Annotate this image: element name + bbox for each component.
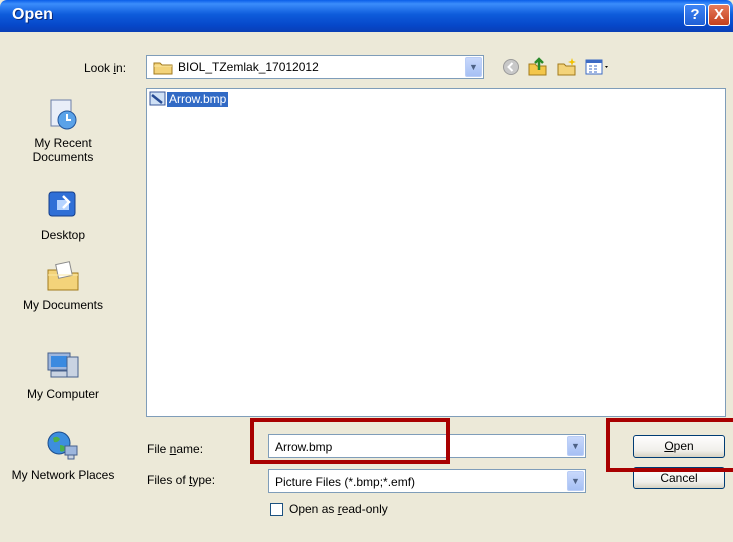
close-button[interactable]: X — [708, 4, 730, 26]
file-name-dropdown-arrow[interactable]: ▼ — [567, 436, 584, 456]
file-type-combo[interactable]: Picture Files (*.bmp;*.emf) ▼ — [268, 469, 586, 493]
back-icon[interactable] — [502, 58, 520, 76]
place-label: My Documents — [22, 298, 104, 312]
folder-icon — [153, 62, 173, 75]
place-label: My Recent Documents — [32, 136, 94, 164]
place-desktop[interactable]: Desktop — [6, 188, 120, 242]
look-in-value: BIOL_TZemlak_17012012 — [178, 60, 319, 74]
place-label: Desktop — [40, 228, 86, 242]
open-dialog: Open ? X Look in: BIOL_TZemlak_17012012 … — [0, 0, 733, 542]
read-only-label[interactable]: Open as read-only — [289, 502, 388, 516]
files-of-type-label: Files of type: — [147, 473, 216, 487]
recent-documents-icon — [50, 99, 77, 130]
place-my-documents[interactable]: My Documents — [6, 258, 120, 312]
window-title: Open — [12, 6, 53, 23]
open-button-highlight-box — [606, 418, 733, 472]
my-documents-icon — [47, 261, 79, 291]
desktop-icon — [48, 191, 76, 217]
network-places-icon — [47, 431, 78, 460]
place-label: My Computer — [26, 387, 100, 401]
my-computer-icon — [47, 352, 79, 378]
bitmap-file-icon — [149, 91, 166, 106]
look-in-combo[interactable]: BIOL_TZemlak_17012012 ▼ — [146, 55, 484, 79]
file-name: Arrow.bmp — [167, 91, 229, 107]
place-my-computer[interactable]: My Computer — [6, 347, 120, 401]
file-type-value: Picture Files (*.bmp;*.emf) — [275, 475, 416, 489]
file-name-label: File name: — [147, 442, 204, 456]
look-in-dropdown-arrow[interactable]: ▼ — [465, 57, 482, 77]
filename-highlight-box — [250, 418, 450, 464]
place-network-places[interactable]: My Network Places — [6, 428, 120, 482]
new-folder-icon[interactable] — [556, 57, 578, 77]
place-recent-documents[interactable]: My Recent Documents — [6, 96, 120, 164]
help-button[interactable]: ? — [684, 4, 706, 26]
title-bar[interactable]: Open ? X — [0, 0, 733, 32]
places-bar: My Recent Documents Desktop My Documents — [6, 84, 120, 524]
up-folder-icon[interactable] — [527, 56, 549, 78]
file-type-dropdown-arrow[interactable]: ▼ — [567, 471, 584, 491]
file-item[interactable]: Arrow.bmp — [149, 91, 229, 107]
place-label: My Network Places — [11, 468, 115, 482]
read-only-checkbox[interactable] — [270, 503, 283, 516]
file-list[interactable]: Arrow.bmp — [146, 88, 726, 417]
look-in-label: Look in: — [84, 61, 127, 75]
views-menu-icon[interactable] — [585, 58, 611, 76]
